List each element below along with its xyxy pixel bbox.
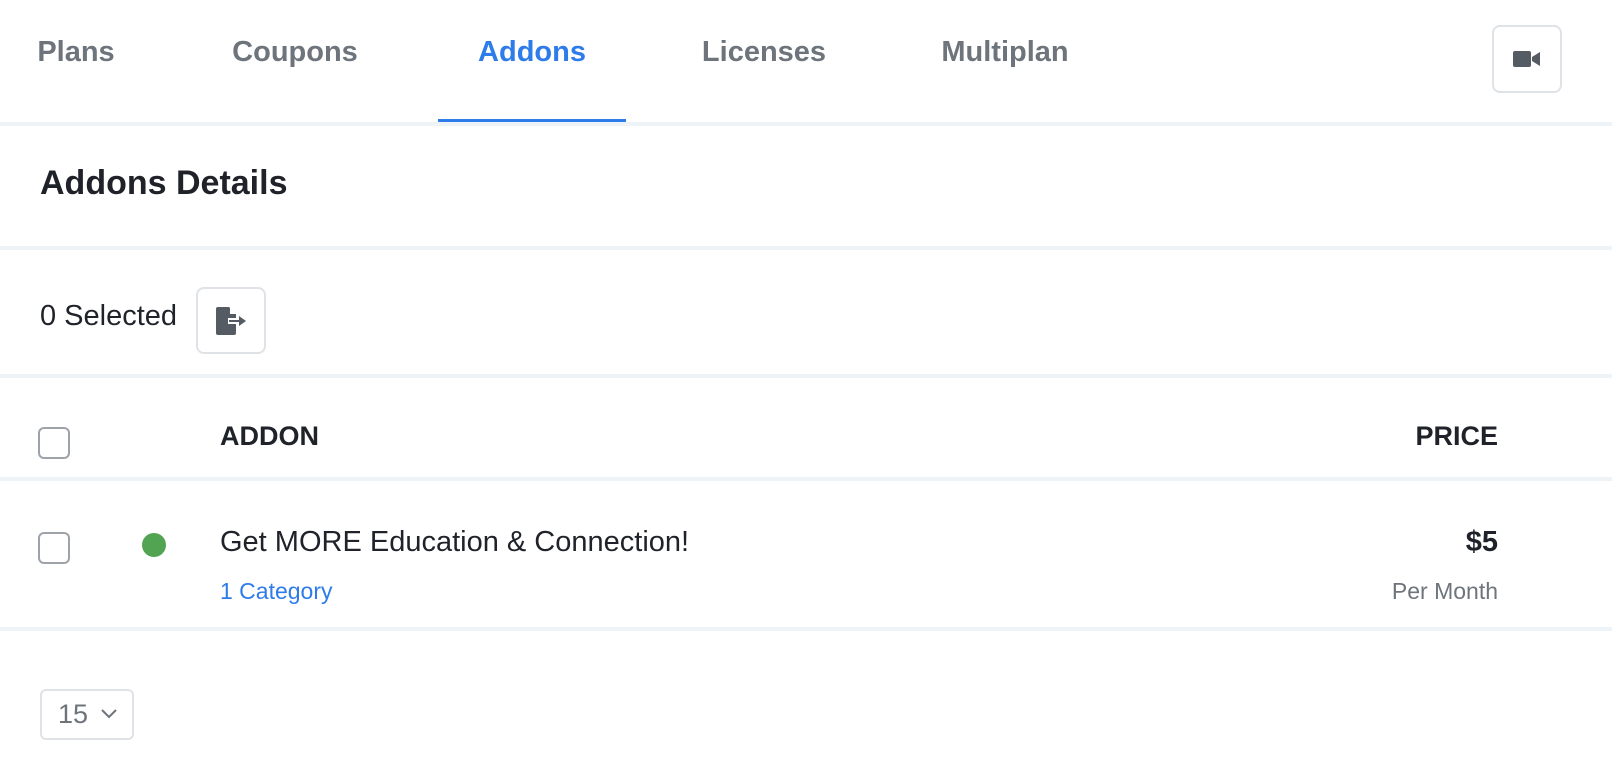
export-button[interactable] — [196, 287, 266, 354]
per-page-select[interactable]: 15 — [40, 689, 134, 740]
column-header-price[interactable]: PRICE — [1415, 421, 1498, 452]
per-page-value: 15 — [58, 699, 89, 729]
file-export-icon — [216, 306, 246, 335]
video-tutorial-button[interactable] — [1492, 25, 1562, 93]
addon-price-period: Per Month — [1391, 578, 1498, 604]
chevron-down-icon — [101, 709, 117, 719]
select-all-checkbox[interactable] — [38, 427, 70, 459]
status-indicator — [142, 533, 166, 557]
video-camera-icon — [1513, 51, 1540, 67]
row-checkbox[interactable] — [38, 532, 70, 564]
selected-count: 0 Selected — [40, 300, 178, 332]
row-divider — [0, 627, 1612, 631]
tab-plans[interactable]: Plans — [0, 0, 152, 124]
header-divider — [0, 477, 1612, 481]
tab-addons[interactable]: Addons — [438, 0, 626, 124]
tab-bar: Plans Coupons Addons Licenses Multiplan — [0, 0, 1612, 124]
addon-price: $5 — [1465, 526, 1498, 558]
title-divider — [0, 246, 1612, 250]
addon-name[interactable]: Get MORE Education & Connection! — [220, 526, 689, 559]
column-header-addon[interactable]: ADDON — [220, 421, 319, 452]
toolbar-divider — [0, 374, 1612, 378]
addon-category-link[interactable]: 1 Category — [220, 578, 333, 605]
tab-multiplan[interactable]: Multiplan — [910, 0, 1100, 124]
page-title: Addons Details — [40, 164, 288, 202]
tab-licenses[interactable]: Licenses — [672, 0, 856, 124]
tabs-divider — [0, 122, 1612, 126]
tab-coupons[interactable]: Coupons — [200, 0, 390, 124]
